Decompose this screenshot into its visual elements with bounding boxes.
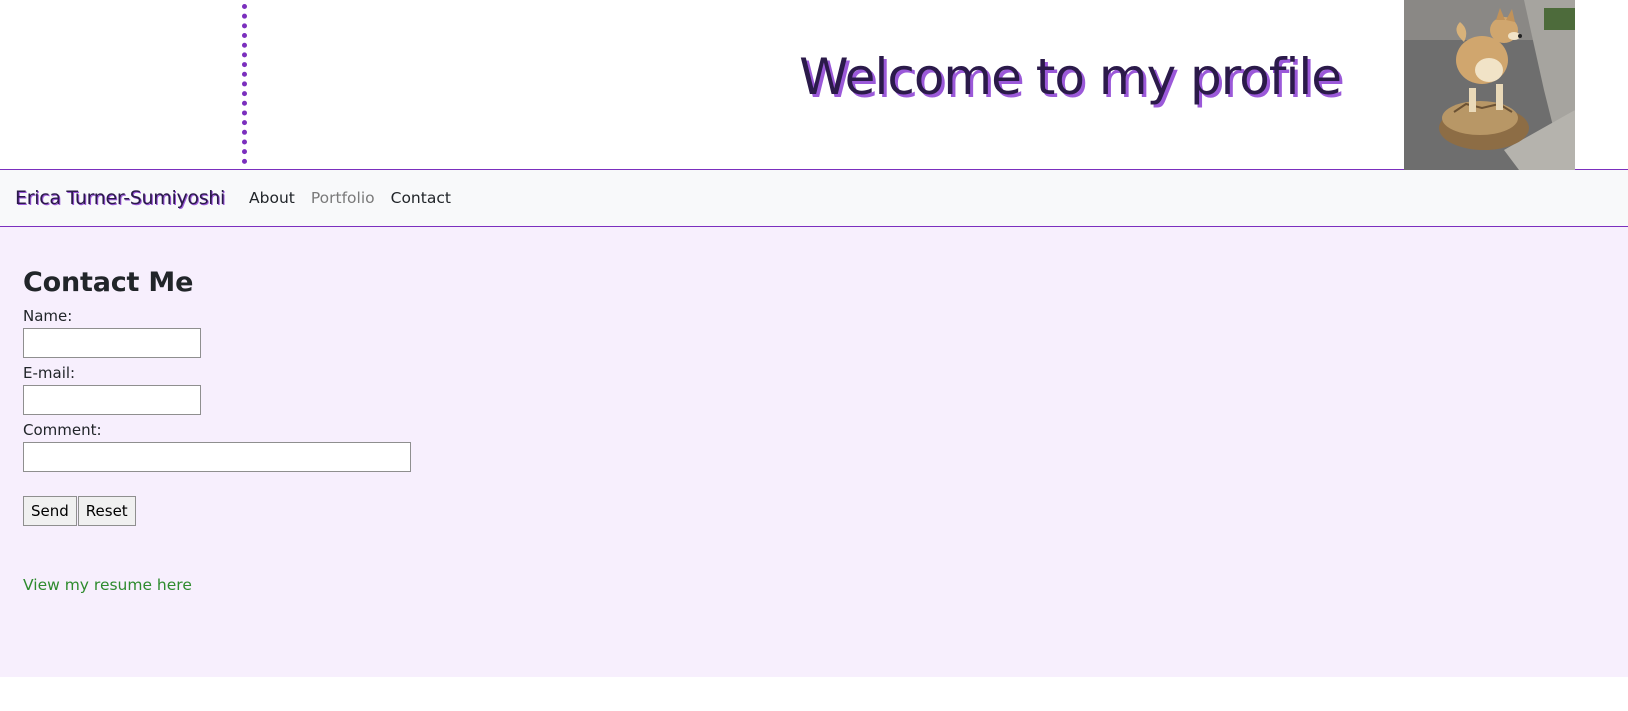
page-header: Welcome to my profile — [0, 0, 1628, 170]
form-buttons: Send Reset — [23, 496, 1628, 526]
nav-link-portfolio[interactable]: Portfolio — [311, 189, 375, 207]
reset-button[interactable]: Reset — [77, 496, 136, 526]
dotted-divider — [242, 4, 247, 164]
contact-heading: Contact Me — [23, 267, 194, 298]
name-label: Name: — [23, 307, 73, 325]
profile-photo — [1404, 0, 1575, 170]
nav-link-about[interactable]: About — [249, 189, 295, 207]
name-input[interactable] — [23, 328, 201, 358]
nav-link-contact[interactable]: Contact — [391, 189, 451, 207]
dog-on-tortoise-image — [1404, 0, 1575, 170]
navbar: Erica Turner-Sumiyoshi About Portfolio C… — [0, 170, 1628, 227]
resume-link[interactable]: View my resume here — [23, 576, 192, 594]
send-button[interactable]: Send — [23, 496, 77, 526]
brand-link[interactable]: Erica Turner-Sumiyoshi — [15, 187, 225, 209]
email-label: E-mail: — [23, 364, 76, 382]
page-title: Welcome to my profile — [799, 48, 1342, 106]
comment-input[interactable] — [23, 442, 411, 472]
email-input[interactable] — [23, 385, 201, 415]
contact-form: Name: E-mail: Comment: Send Reset — [23, 307, 1628, 526]
contact-section: Contact Me Name: E-mail: Comment: Send R… — [0, 227, 1628, 677]
comment-label: Comment: — [23, 421, 102, 439]
